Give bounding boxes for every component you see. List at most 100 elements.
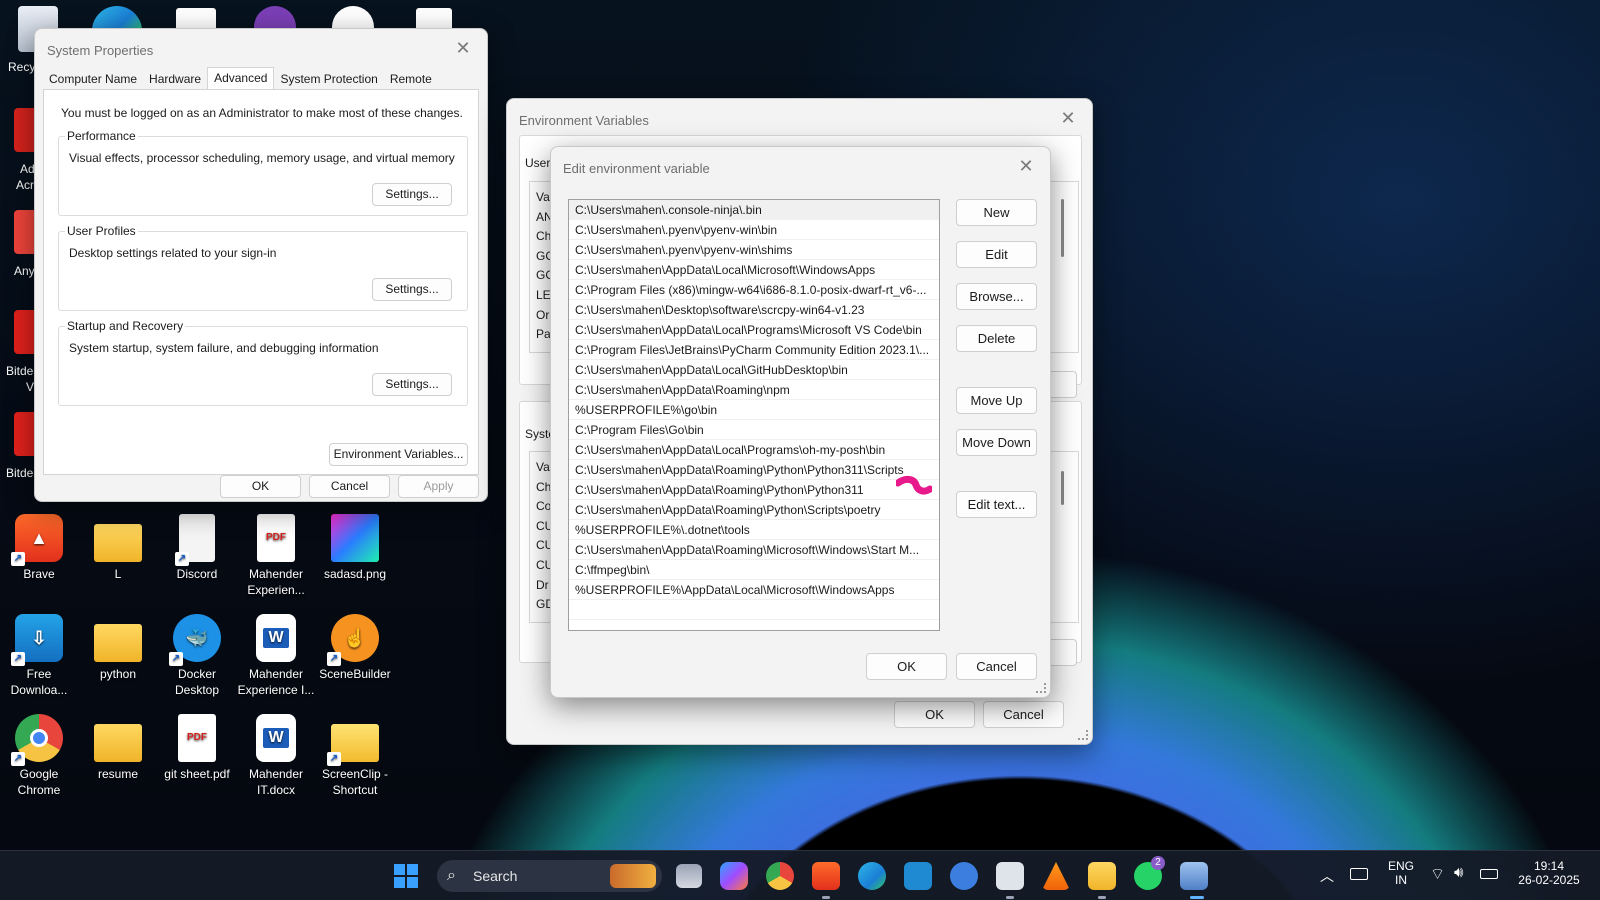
list-item[interactable]: C:\Users\mahen\.console-ninja\.bin (569, 200, 939, 220)
desktop-icon-python[interactable]: python (79, 614, 157, 682)
sync-icon[interactable] (950, 862, 978, 890)
cancel-button[interactable]: Cancel (309, 475, 390, 498)
user-profiles-group: User Profiles Desktop settings related t… (58, 224, 468, 311)
close-icon[interactable]: ✕ (449, 35, 477, 61)
desktop-icon-screenclip[interactable]: ↗ ScreenClip - Shortcut (316, 714, 394, 798)
list-item[interactable]: C:\Users\mahen\.pyenv\pyenv-win\bin (569, 220, 939, 240)
desktop-label-bitdefender-3: Bitde (6, 466, 34, 480)
user-scrollbar[interactable] (1061, 199, 1064, 257)
list-item[interactable]: %USERPROFILE%\go\bin (569, 400, 939, 420)
delete-button[interactable]: Delete (956, 325, 1037, 352)
desktop-icon-free-download[interactable]: ⇩ ↗ Free Downloa... (0, 614, 78, 698)
start-button[interactable] (394, 864, 418, 888)
ok-button[interactable]: OK (220, 475, 301, 498)
close-icon[interactable]: ✕ (1054, 105, 1082, 131)
edge-taskbar-icon[interactable] (858, 862, 886, 890)
desktop-icon-resume[interactable]: resume (79, 714, 157, 782)
list-item[interactable]: C:\Users\mahen\Desktop\software\scrcpy-w… (569, 300, 939, 320)
tab-advanced[interactable]: Advanced (207, 67, 275, 89)
close-icon[interactable]: ✕ (1012, 153, 1040, 179)
list-item[interactable]: C:\Users\mahen\AppData\Roaming\Microsoft… (569, 540, 939, 560)
list-item[interactable]: C:\Program Files\Go\bin (569, 420, 939, 440)
vlc-icon[interactable] (1042, 862, 1070, 890)
language-indicator[interactable]: ENG IN (1384, 859, 1418, 887)
list-item[interactable]: %USERPROFILE%\.dotnet\tools (569, 520, 939, 540)
list-item[interactable]: C:\Users\mahen\AppData\Roaming\Python\Sc… (569, 500, 939, 520)
list-item[interactable]: C:\Users\mahen\AppData\Local\Programs\oh… (569, 440, 939, 460)
browse-button[interactable]: Browse... (956, 283, 1037, 310)
chevron-up-icon[interactable]: ︿ (1320, 866, 1334, 886)
apply-button[interactable]: Apply (398, 475, 479, 498)
desktop-icon-l[interactable]: L (79, 514, 157, 582)
system-scrollbar[interactable] (1061, 471, 1064, 505)
ok-button[interactable]: OK (866, 653, 947, 680)
startup-recovery-group: Startup and Recovery System startup, sys… (58, 319, 468, 406)
cancel-button[interactable]: Cancel (983, 701, 1064, 728)
list-item[interactable]: C:\Users\mahen\.pyenv\pyenv-win\shims (569, 240, 939, 260)
chrome-taskbar-icon[interactable] (766, 862, 794, 890)
desktop-icon-scenebuilder[interactable]: ☝ ↗ SceneBuilder (316, 614, 394, 682)
admin-note: You must be logged on as an Administrato… (61, 106, 463, 120)
wifi-icon[interactable]: ⌔ (1430, 864, 1445, 884)
vscode-icon[interactable] (904, 862, 932, 890)
tab-computer-name[interactable]: Computer Name (43, 69, 143, 89)
tab-system-protection[interactable]: System Protection (274, 69, 383, 89)
desktop-icon-docker[interactable]: 🐳 ↗ Docker Desktop (158, 614, 236, 698)
list-item[interactable]: C:\Users\mahen\AppData\Local\Programs\Mi… (569, 320, 939, 340)
tab-hardware[interactable]: Hardware (143, 69, 207, 89)
list-item[interactable]: C:\Users\mahen\AppData\Roaming\Python\Py… (569, 460, 939, 480)
word-icon: W (256, 614, 296, 662)
file-explorer-icon[interactable] (1088, 862, 1116, 890)
list-item[interactable]: C:\Users\mahen\AppData\Roaming\Python\Py… (569, 480, 939, 500)
taskbar-search[interactable]: ⌕ Search (437, 860, 662, 892)
ok-button[interactable]: OK (894, 701, 975, 728)
list-item[interactable]: %USERPROFILE%\AppData\Local\Microsoft\Wi… (569, 580, 939, 600)
brave-taskbar-icon[interactable] (812, 862, 840, 890)
list-item[interactable]: C:\Users\mahen\AppData\Local\GitHubDeskt… (569, 360, 939, 380)
desktop-icon-label: Mahender Experience I... (237, 667, 315, 697)
startup-settings-button[interactable]: Settings... (372, 373, 452, 396)
battery-icon[interactable] (1480, 869, 1498, 879)
desktop-icon-brave[interactable]: ▲ ↗ Brave (0, 514, 78, 582)
image-icon (331, 514, 379, 562)
desktop-icon-word-experience[interactable]: W Mahender Experience I... (237, 614, 315, 698)
move-up-button[interactable]: Move Up (956, 387, 1037, 414)
desktop-icon-git-sheet[interactable]: PDF git sheet.pdf (158, 714, 236, 782)
desktop-icon-label: Free Downloa... (10, 667, 68, 697)
desktop-icon-chrome[interactable]: ↗ Google Chrome (0, 714, 78, 798)
copilot-icon[interactable] (720, 862, 748, 890)
system-properties-taskbar-icon[interactable] (1180, 862, 1208, 890)
new-button[interactable]: New (956, 199, 1037, 226)
docker-icon: 🐳 ↗ (169, 614, 221, 666)
resize-grip-icon[interactable] (1036, 683, 1046, 693)
user-profiles-settings-button[interactable]: Settings... (372, 278, 452, 301)
search-icon: ⌕ (447, 867, 456, 884)
list-item[interactable]: C:\Program Files (x86)\mingw-w64\i686-8.… (569, 280, 939, 300)
list-item[interactable]: C:\ffmpeg\bin\ (569, 560, 939, 580)
environment-variables-button[interactable]: Environment Variables... (329, 443, 468, 466)
desktop-icon-word-it[interactable]: W Mahender IT.docx (237, 714, 315, 798)
desktop-icon-discord[interactable]: ↗ Discord (158, 514, 236, 582)
list-item[interactable]: C:\Program Files\JetBrains\PyCharm Commu… (569, 340, 939, 360)
clock[interactable]: 19:14 26-02-2025 (1510, 859, 1588, 887)
edit-button[interactable]: Edit (956, 241, 1037, 268)
task-view-icon[interactable] (676, 864, 702, 888)
tab-remote[interactable]: Remote (384, 69, 438, 89)
resize-grip-icon[interactable] (1078, 730, 1088, 740)
list-item[interactable]: C:\Users\mahen\AppData\Roaming\npm (569, 380, 939, 400)
edit-text-button[interactable]: Edit text... (956, 491, 1037, 518)
list-item[interactable]: C:\Users\mahen\AppData\Local\Microsoft\W… (569, 260, 939, 280)
cancel-button[interactable]: Cancel (956, 653, 1037, 680)
performance-settings-button[interactable]: Settings... (372, 183, 452, 206)
path-entries-list[interactable]: C:\Users\mahen\.console-ninja\.bin C:\Us… (568, 199, 940, 631)
folder-icon (94, 524, 142, 562)
desktop-icon-pdf-experience[interactable]: PDF Mahender Experien... (237, 514, 315, 598)
list-item-empty[interactable] (569, 600, 939, 620)
keyboard-icon[interactable] (1350, 868, 1368, 880)
desktop-icon-label: git sheet.pdf (164, 767, 230, 781)
desktop-icon-sadasd[interactable]: sadasd.png (316, 514, 394, 582)
move-down-button[interactable]: Move Down (956, 429, 1037, 456)
desktop-label-bitdefender-2: V (26, 380, 35, 394)
volume-icon[interactable]: 🔊︎ (1454, 864, 1463, 881)
snipping-tool-icon[interactable] (996, 862, 1024, 890)
